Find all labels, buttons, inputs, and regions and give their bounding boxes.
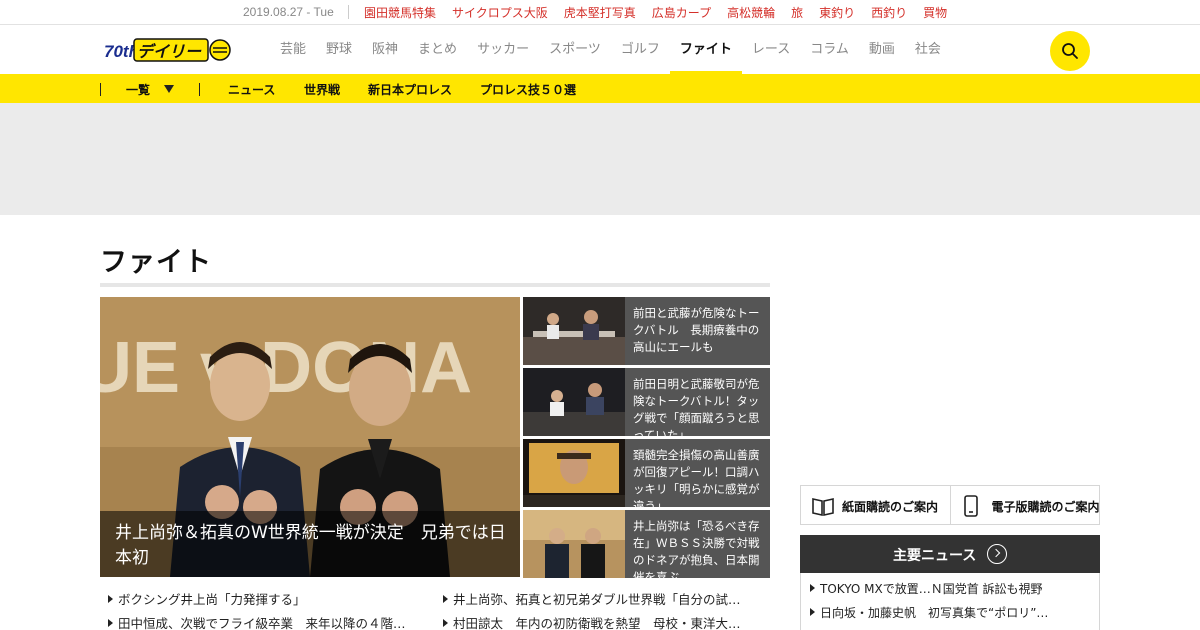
top-link-takamatsu[interactable]: 高松競輪 (727, 4, 775, 21)
top-info-bar: 2019.08.27 - Tue 園田競馬特集 サイクロプス大阪 虎本堅打写真 … (0, 0, 1200, 25)
article-thumbnail (523, 510, 625, 578)
category-subnav: 一覧 ニュース 世界戦 新日本プロレス プロレス技５０選 (0, 74, 1200, 103)
nav-golf[interactable]: ゴルフ (611, 25, 670, 74)
main-news-item[interactable]: TOKYO MXで放置…Ｎ国党首 訴訟も視野 (810, 580, 1043, 597)
hero-headline[interactable]: 井上尚弥＆拓真のW世界統一戦が決定 兄弟では日本初 (115, 521, 510, 571)
page-title: ファイト (100, 247, 212, 278)
nav-sports[interactable]: スポーツ (539, 25, 611, 74)
nav-society[interactable]: 社会 (905, 25, 951, 74)
top-link-sonoda[interactable]: 園田競馬特集 (364, 4, 436, 21)
main-news-header[interactable]: 主要ニュース (800, 535, 1100, 573)
top-link-cyclops[interactable]: サイクロプス大阪 (452, 4, 548, 21)
main-nav: 芸能 野球 阪神 まとめ サッカー スポーツ ゴルフ ファイト レース コラム … (270, 25, 951, 74)
bullet-arrow-icon (443, 595, 448, 603)
article-thumbnail (523, 439, 625, 507)
top-link-shopping[interactable]: 買物 (923, 4, 947, 21)
side-article-title: 井上尚弥は「恐るべき存在」ＷＢＳＳ決勝で対戦のドネアが抱負、日本開催を喜ぶ (633, 519, 760, 578)
print-subscription-button[interactable]: 紙面購読のご案内 (801, 486, 950, 524)
side-article-title: 前田と武藤が危険なトークバトル 長期療養中の高山にエールも (633, 306, 760, 354)
nav-video[interactable]: 動画 (859, 25, 905, 74)
side-article-title: 前田日明と武藤敬司が危険なトークバトル！タッグ戦で「顔面蹴ろうと思っていた」 (633, 377, 760, 436)
title-underline (100, 283, 770, 287)
digital-subscription-button[interactable]: 電子版購読のご案内 (949, 486, 1100, 524)
news-list-item[interactable]: 田中恒成、次戦でフライ級卒業 来年以降の４階… (108, 613, 406, 630)
hero-caption: 井上尚弥＆拓真のW世界統一戦が決定 兄弟では日本初 (100, 511, 520, 577)
smartphone-icon (963, 495, 978, 517)
top-link-travel[interactable]: 旅 (791, 4, 803, 21)
nav-entertainment[interactable]: 芸能 (270, 25, 316, 74)
nav-summary[interactable]: まとめ (408, 25, 467, 74)
article-thumbnail (523, 297, 625, 365)
svg-text:UE v DONA: UE v DONA (100, 328, 472, 408)
bullet-arrow-icon (108, 595, 113, 603)
subnav-news[interactable]: ニュース (228, 81, 275, 98)
nav-baseball[interactable]: 野球 (316, 25, 362, 74)
svg-text:デイリー: デイリー (137, 42, 202, 61)
article-thumbnail (523, 368, 625, 436)
bullet-arrow-icon (108, 619, 113, 627)
side-article-title: 頚髄完全損傷の高山善廣が回復アピール！口調ハッキリ「明らかに感覚が違う」 (633, 448, 760, 507)
nav-soccer[interactable]: サッカー (467, 25, 539, 74)
nav-race[interactable]: レース (742, 25, 800, 74)
bullet-arrow-icon (810, 608, 815, 616)
side-article[interactable]: 井上尚弥は「恐るべき存在」ＷＢＳＳ決勝で対戦のドネアが抱負、日本開催を喜ぶ (523, 510, 770, 578)
subscription-links: 紙面購読のご案内 電子版購読のご案内 (800, 485, 1100, 525)
subnav-world-title[interactable]: 世界戦 (304, 81, 340, 98)
divider (100, 83, 101, 96)
ad-banner (0, 103, 1200, 215)
search-icon (1062, 43, 1078, 59)
top-links: 園田競馬特集 サイクロプス大阪 虎本堅打写真 広島カープ 高松競輪 旅 東釣り … (364, 4, 947, 21)
nav-column[interactable]: コラム (800, 25, 859, 74)
news-list-item[interactable]: 村田諒太 年内の初防衛戦を熱望 母校・東洋大… (443, 613, 741, 630)
site-logo[interactable]: 70th デイリー (104, 37, 234, 63)
site-header: 70th デイリー 芸能 野球 阪神 まとめ サッカー スポーツ ゴルフ ファイ… (0, 25, 1200, 74)
list-dropdown[interactable]: 一覧 (126, 81, 150, 98)
top-link-tora-photo[interactable]: 虎本堅打写真 (564, 4, 636, 21)
top-link-west-fishing[interactable]: 西釣り (871, 4, 907, 21)
chevron-right-icon (987, 544, 1007, 564)
side-article[interactable]: 頚髄完全損傷の高山善廣が回復アピール！口調ハッキリ「明らかに感覚が違う」 (523, 439, 770, 507)
top-link-east-fishing[interactable]: 東釣り (819, 4, 855, 21)
digital-subscription-label: 電子版購読のご案内 (991, 500, 1100, 514)
print-subscription-label: 紙面購読のご案内 (842, 500, 939, 514)
top-link-carp[interactable]: 広島カープ (652, 4, 711, 21)
side-article[interactable]: 前田と武藤が危険なトークバトル 長期療養中の高山にエールも (523, 297, 770, 365)
current-date: 2019.08.27 - Tue (243, 5, 334, 19)
dropdown-arrow-icon[interactable] (164, 85, 174, 93)
subnav-njpw[interactable]: 新日本プロレス (368, 81, 452, 98)
nav-fight[interactable]: ファイト (669, 25, 742, 74)
news-list-item[interactable]: ボクシング井上尚「力発揮する」 (108, 589, 306, 608)
subnav-wrestling-moves[interactable]: プロレス技５０選 (480, 81, 576, 98)
bullet-arrow-icon (810, 584, 815, 592)
side-article[interactable]: 前田日明と武藤敬司が危険なトークバトル！タッグ戦で「顔面蹴ろうと思っていた」 (523, 368, 770, 436)
main-news-title: 主要ニュース (893, 548, 977, 564)
divider (199, 83, 200, 96)
hero-article[interactable]: UE v DONA 井上尚弥＆拓真のW世界統一戦が決定 兄弟では日本初 (100, 297, 520, 577)
search-button[interactable] (1050, 31, 1090, 71)
news-list-item[interactable]: 井上尚弥、拓真と初兄弟ダブル世界戦「自分の試… (443, 589, 741, 608)
bullet-arrow-icon (443, 619, 448, 627)
divider (348, 5, 349, 19)
nav-hanshin[interactable]: 阪神 (362, 25, 408, 74)
main-news-list: TOKYO MXで放置…Ｎ国党首 訴訟も視野 日向坂・加藤史帆 初写真集で“ポロ… (800, 573, 1100, 630)
main-news-item[interactable]: 日向坂・加藤史帆 初写真集で“ポロリ”… (810, 604, 1048, 621)
newspaper-icon (812, 498, 834, 516)
